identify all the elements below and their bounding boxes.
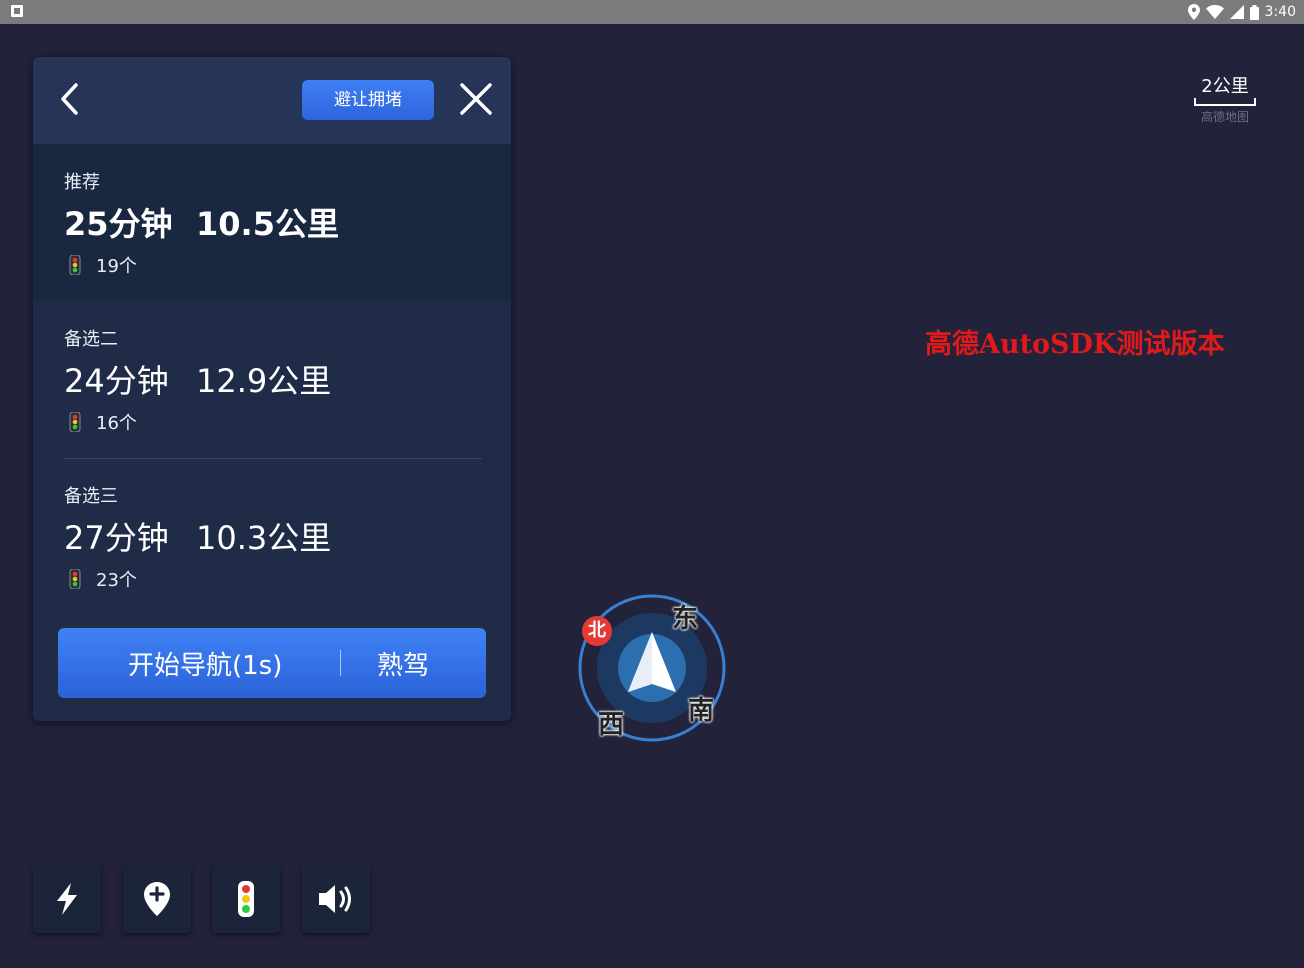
route-option-alternative-2[interactable]: 备选二 24分钟 12.9公里 16个 — [33, 301, 511, 458]
back-button[interactable] — [55, 81, 85, 117]
traffic-light-icon — [69, 255, 81, 275]
route-traffic-lights: 19个 — [96, 256, 137, 277]
close-icon — [460, 83, 492, 115]
add-location-button[interactable] — [123, 865, 191, 933]
add-location-icon — [144, 882, 170, 916]
route-distance: 10.3公里 — [196, 519, 332, 557]
scale-bar — [1194, 98, 1256, 106]
route-panel-header: 避让拥堵 — [33, 57, 511, 144]
location-icon — [1187, 4, 1200, 20]
route-distance: 12.9公里 — [196, 362, 332, 400]
route-time: 24分钟 — [64, 362, 169, 400]
route-panel: 避让拥堵 推荐 25分钟 10.5公里 19个 备选二 24分钟 12.9公里 … — [33, 57, 511, 721]
route-time: 25分钟 — [64, 205, 173, 243]
lightning-icon — [57, 883, 77, 915]
status-time: 3:40 — [1264, 4, 1296, 20]
start-navigation-button[interactable]: 开始导航(1s) 熟驾 — [58, 628, 486, 698]
route-tag: 备选二 — [64, 329, 118, 350]
start-navigation-label: 开始导航(1s) — [128, 651, 283, 681]
compass[interactable]: 北 东 南 西 — [572, 592, 732, 752]
wifi-icon — [1205, 5, 1224, 19]
lightning-button[interactable] — [33, 865, 101, 933]
battery-icon — [1249, 4, 1259, 20]
volume-icon — [319, 885, 351, 913]
route-time: 27分钟 — [64, 519, 169, 557]
map-scale: 2公里 高德地图 — [1192, 72, 1258, 125]
compass-north: 北 — [582, 616, 612, 646]
route-option-alternative-3[interactable]: 备选三 27分钟 10.3公里 23个 — [33, 458, 511, 615]
chevron-left-icon — [61, 83, 78, 115]
route-distance: 10.5公里 — [196, 205, 339, 243]
compass-east: 东 — [672, 604, 699, 634]
route-option-recommended[interactable]: 推荐 25分钟 10.5公里 19个 — [33, 144, 511, 301]
familiar-route-button[interactable]: 熟驾 — [377, 645, 429, 682]
scale-value: 2公里 — [1201, 76, 1249, 97]
compass-west: 西 — [598, 710, 625, 740]
traffic-light-icon — [69, 412, 81, 432]
traffic-light-icon — [238, 881, 254, 917]
signal-icon — [1229, 5, 1244, 19]
notification-app-icon — [11, 5, 23, 17]
route-tag: 推荐 — [64, 172, 100, 193]
route-traffic-lights: 23个 — [96, 570, 137, 591]
route-tag: 备选三 — [64, 486, 118, 507]
compass-south: 南 — [688, 696, 715, 726]
close-button[interactable] — [458, 81, 494, 117]
sdk-watermark: 高德AutoSDK测试版本 — [925, 329, 1225, 360]
volume-button[interactable] — [302, 865, 370, 933]
avoid-congestion-button[interactable]: 避让拥堵 — [302, 80, 434, 120]
button-separator — [340, 650, 341, 676]
route-divider — [64, 458, 482, 459]
route-traffic-lights: 16个 — [96, 413, 137, 434]
map-logo-caption: 高德地图 — [1200, 110, 1249, 124]
traffic-light-icon — [69, 569, 81, 589]
status-bar: 3:40 — [0, 0, 1304, 24]
status-icons: 3:40 — [1187, 2, 1296, 22]
traffic-toggle-button[interactable] — [212, 865, 280, 933]
